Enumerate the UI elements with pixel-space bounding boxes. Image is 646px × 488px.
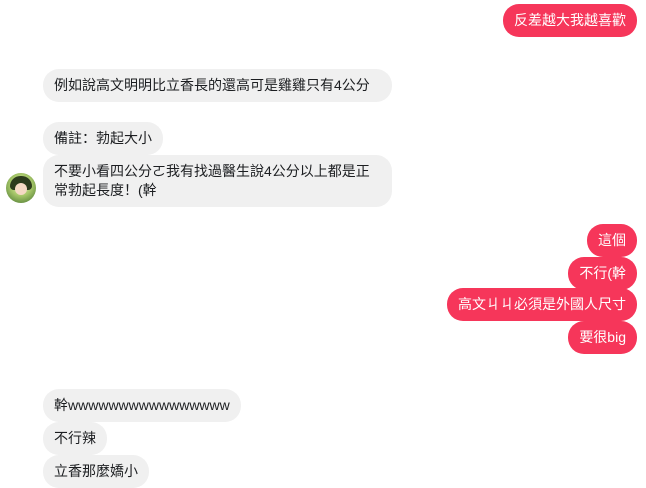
message-outgoing[interactable]: 不行(幹 bbox=[568, 257, 637, 290]
message-outgoing[interactable]: 高文ㄐㄐ必須是外國人尺寸 bbox=[447, 288, 637, 321]
message-incoming[interactable]: 備註：勃起大小 bbox=[43, 122, 163, 155]
avatar-face bbox=[15, 183, 27, 195]
message-incoming[interactable]: 不行辣 bbox=[43, 422, 107, 455]
message-outgoing[interactable]: 這個 bbox=[587, 224, 637, 257]
message-outgoing[interactable]: 要很big bbox=[568, 321, 637, 354]
contact-avatar[interactable] bbox=[6, 173, 36, 203]
message-incoming[interactable]: 幹wwwwwwwwwwwwwwww bbox=[43, 389, 241, 422]
message-incoming[interactable]: 立香那麼嬌小 bbox=[43, 455, 149, 488]
message-incoming[interactable]: 不要小看四公分ㄛ我有找過醫生說4公分以上都是正常勃起長度！(幹 bbox=[43, 155, 392, 207]
message-outgoing[interactable]: 反差越大我越喜歡 bbox=[503, 4, 637, 37]
message-incoming[interactable]: 例如說高文明明比立香長的還高可是雞雞只有4公分 bbox=[43, 69, 392, 102]
